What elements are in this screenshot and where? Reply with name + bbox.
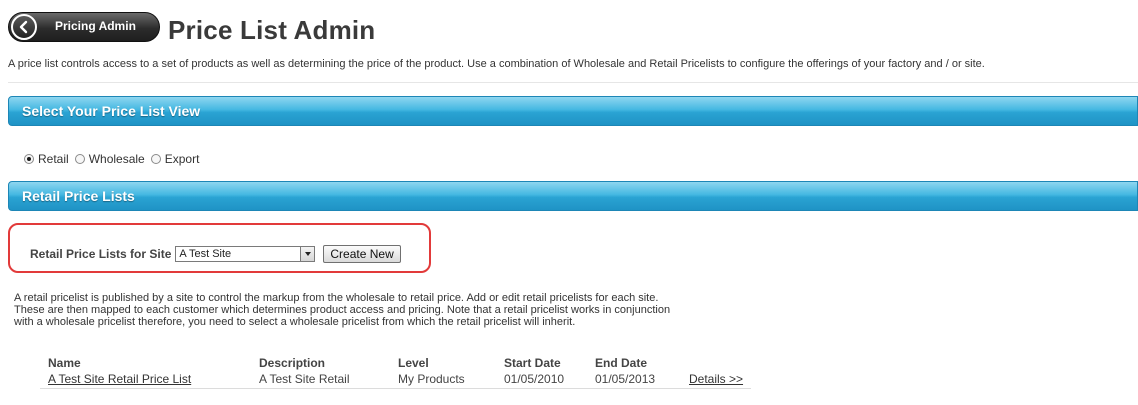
radio-export[interactable]: Export	[150, 152, 200, 166]
price-list-start-date-cell: 01/05/2010	[496, 371, 587, 389]
table-header-row: Name Description Level Start Date End Da…	[40, 354, 751, 371]
price-list-table: Name Description Level Start Date End Da…	[40, 354, 752, 389]
column-header-end-date: End Date	[595, 356, 648, 370]
radio-retail[interactable]: Retail	[24, 152, 69, 166]
retail-price-lists-section-header: Retail Price Lists	[8, 181, 1138, 211]
price-list-name-link[interactable]: A Test Site Retail Price List	[48, 372, 191, 386]
price-list-level-cell: My Products	[390, 371, 496, 389]
price-list-details-cell: Details >>	[681, 371, 752, 389]
column-header-description: Description	[259, 356, 326, 370]
details-link[interactable]: Details >>	[689, 372, 743, 386]
intro-text: A price list controls access to a set of…	[8, 58, 985, 70]
retail-description: A retail pricelist is published by a sit…	[14, 292, 774, 328]
table-row: A Test Site Retail Price List A Test Sit…	[40, 371, 752, 389]
pricing-admin-back-button[interactable]: Pricing Admin	[8, 12, 160, 42]
radio-wholesale-button[interactable]	[74, 154, 85, 164]
site-select-value: A Test Site	[179, 248, 232, 260]
radio-retail-button[interactable]	[24, 154, 34, 164]
site-select[interactable]: A Test Site	[175, 246, 316, 262]
create-new-button[interactable]: Create New	[323, 245, 401, 263]
column-header-name: Name	[48, 356, 81, 370]
price-list-view-options: Retail Wholesale Export	[24, 152, 205, 166]
radio-wholesale-label: Wholesale	[88, 152, 145, 166]
select-view-section-header: Select Your Price List View	[8, 96, 1138, 126]
back-arrow-icon	[11, 14, 37, 40]
column-header-level: Level	[398, 356, 429, 370]
site-selector-row: Retail Price Lists for Site A Test Site …	[30, 245, 401, 263]
page-title: Price List Admin	[168, 14, 376, 45]
description-line: A retail pricelist is published by a sit…	[14, 292, 659, 304]
column-header-start-date: Start Date	[504, 356, 561, 370]
column-header-actions	[681, 354, 751, 371]
radio-export-button[interactable]	[150, 154, 161, 164]
radio-wholesale[interactable]: Wholesale	[74, 152, 145, 166]
header: Pricing Admin Price List Admin	[8, 4, 375, 50]
price-list-description-cell: A Test Site Retail	[251, 371, 390, 389]
divider	[8, 82, 1138, 83]
radio-export-label: Export	[164, 152, 200, 166]
dropdown-arrow-icon[interactable]	[300, 247, 315, 261]
radio-retail-label: Retail	[38, 152, 69, 166]
page: Pricing Admin Price List Admin A price l…	[0, 0, 1138, 405]
price-list-end-date-cell: 01/05/2013	[587, 371, 681, 389]
description-line: These are then mapped to each customer w…	[14, 304, 671, 316]
price-list-name-cell: A Test Site Retail Price List	[40, 371, 251, 389]
site-select-label: Retail Price Lists for Site	[30, 247, 172, 261]
description-line: with a wholesale pricelist therefore, yo…	[14, 316, 576, 328]
back-button-label: Pricing Admin	[55, 19, 136, 33]
